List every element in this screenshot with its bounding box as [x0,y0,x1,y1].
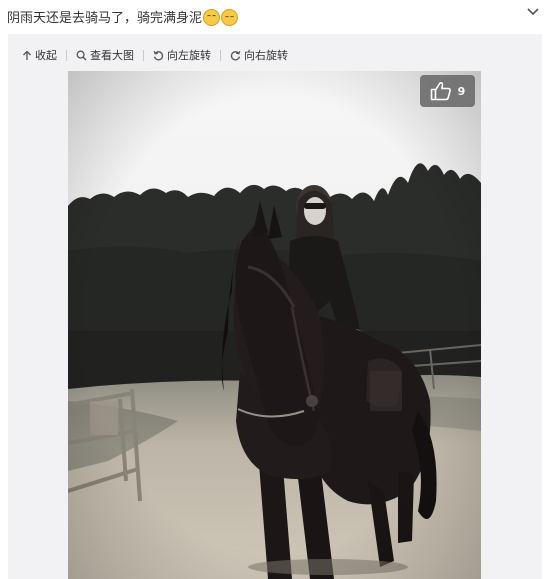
cat-face-emoji-icon [221,9,239,26]
rotate-right-icon [230,50,241,60]
arrow-up-icon [23,50,31,60]
chevron-down-icon[interactable] [526,4,540,18]
post-text-content: 阴雨天还是去骑马了，骑完满身泥 [7,11,203,26]
rotate-right-button[interactable]: 向右旋转 [230,47,288,63]
view-large-button[interactable]: 查看大图 [76,47,134,63]
collapse-label: 收起 [35,49,57,62]
toolbar-divider [143,49,144,61]
horse-riding-photo [68,71,481,579]
media-card: 收起 查看大图 向左旋转 向右旋转 9 [8,34,542,579]
post-photo[interactable]: 9 [68,71,481,579]
rotate-left-button[interactable]: 向左旋转 [153,47,211,63]
rotate-left-label: 向左旋转 [167,49,211,62]
rotate-right-label: 向右旋转 [244,49,288,62]
post-text: 阴雨天还是去骑马了，骑完满身泥 [7,9,239,28]
like-count: 9 [457,84,466,98]
media-toolbar: 收起 查看大图 向左旋转 向右旋转 [22,46,288,64]
toolbar-divider [66,49,67,61]
weibo-post: 阴雨天还是去骑马了，骑完满身泥 收起 查看大图 向左旋转 向右旋转 9 [0,0,550,579]
sad-face-emoji-icon [203,9,221,26]
view-large-label: 查看大图 [90,49,134,62]
thumbs-up-icon [430,82,451,101]
magnifier-icon [76,50,87,60]
rotate-left-icon [153,50,164,60]
collapse-button[interactable]: 收起 [22,47,57,63]
toolbar-divider [220,49,221,61]
like-button[interactable]: 9 [420,75,475,107]
